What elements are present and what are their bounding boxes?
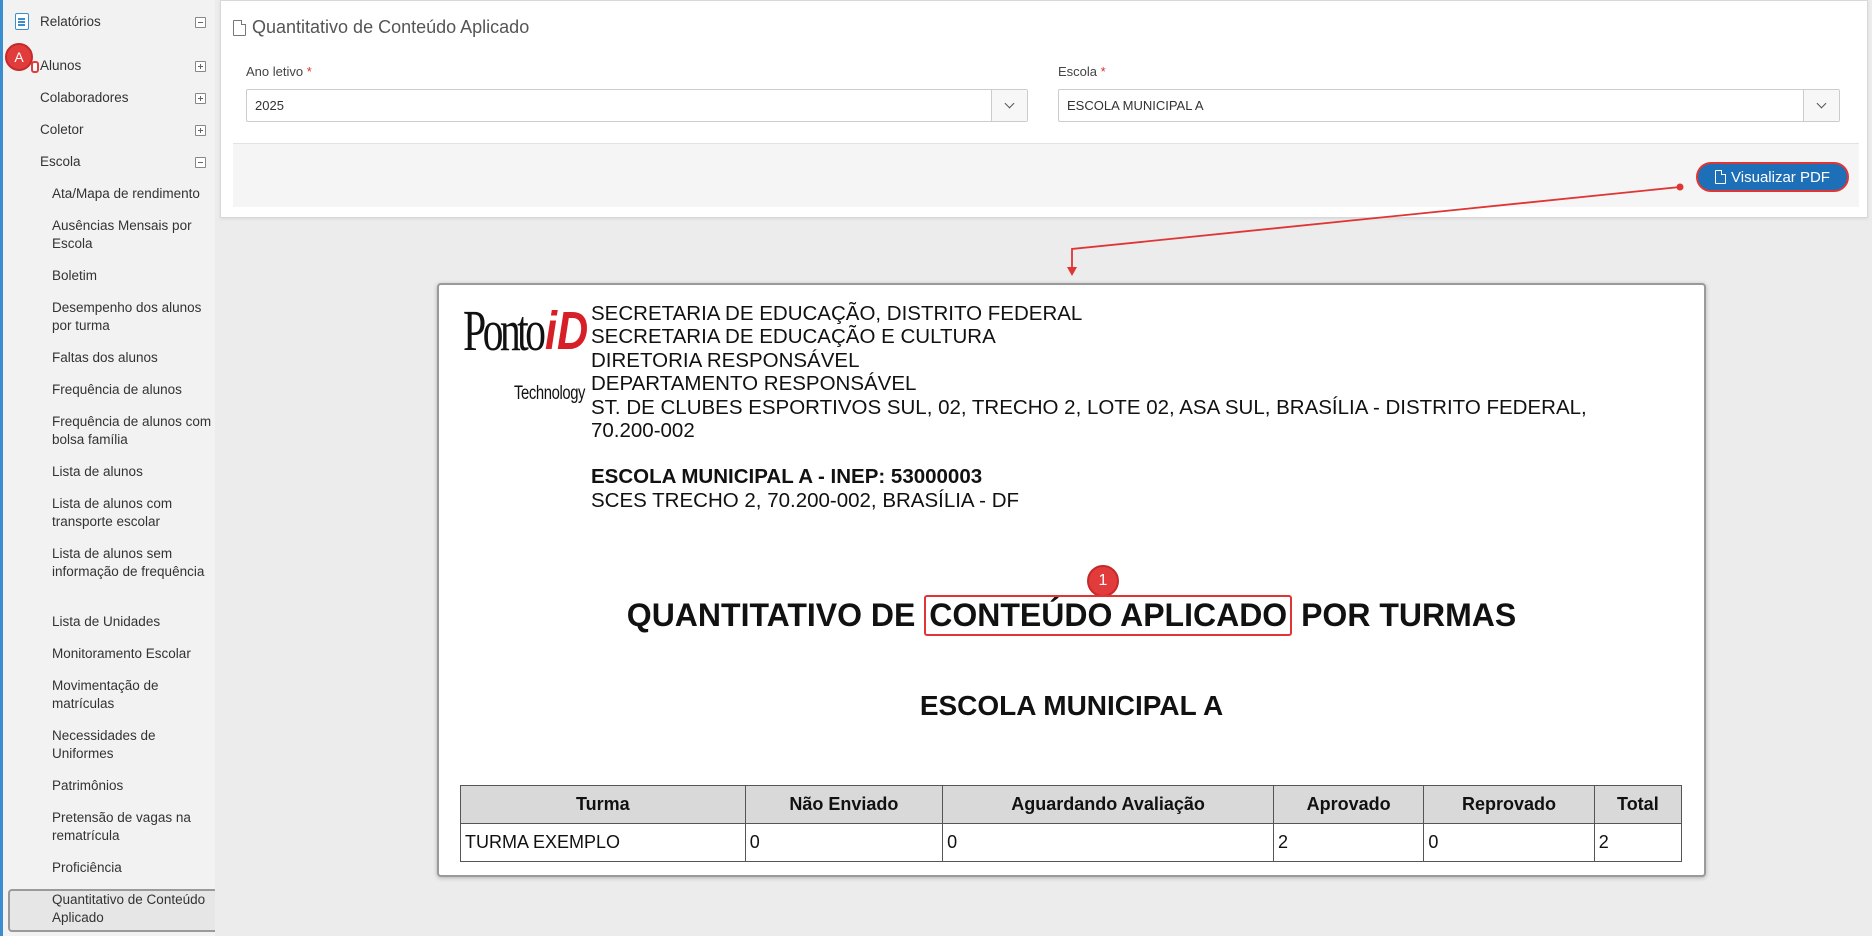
expand-icon[interactable] [195,61,206,72]
ano-letivo-label: Ano letivo * [246,64,312,79]
table-cell: 2 [1272,823,1425,862]
annotation-marker-1: 1 [1087,565,1119,597]
sidebar-subitem-faltas[interactable]: Faltas dos alunos [52,349,214,367]
sidebar-subitem-quantitativo[interactable]: Quantitativo de Conteúdo Aplicado [52,891,214,927]
chevron-down-icon[interactable] [991,90,1027,121]
pdf-preview: Ponto iD Technology SECRETARIA DE EDUCAÇ… [437,283,1706,877]
annotation-marker-a: A [5,43,33,71]
sidebar-subitem-frequencia[interactable]: Frequência de alunos [52,381,214,399]
table-header-row: Turma Não Enviado Aguardando Avaliação A… [460,785,1683,824]
escola-select[interactable]: ESCOLA MUNICIPAL A [1058,89,1840,122]
collapse-icon[interactable] [195,157,206,168]
sidebar-subitem-monitoramento[interactable]: Monitoramento Escolar [52,645,214,663]
sidebar-subitem-lista-sem-frequencia[interactable]: Lista de alunos sem informação de frequê… [52,545,214,581]
table-cell: 0 [744,823,944,862]
sidebar-item-relatorios[interactable]: Relatórios [40,12,215,32]
chevron-down-icon[interactable] [1803,90,1839,121]
panel-footer: Visualizar PDF [233,143,1859,207]
report-subtitle: ESCOLA MUNICIPAL A [919,690,1224,721]
visualizar-pdf-button[interactable]: Visualizar PDF [1696,162,1849,192]
column-header: Total [1593,785,1683,824]
page-title: Quantitativo de Conteúdo Aplicado [233,17,529,38]
sidebar-subitem-boletim[interactable]: Boletim [52,267,214,285]
pdf-file-icon [233,19,246,36]
table-cell: 2 [1593,823,1683,862]
pdf-file-icon [1715,170,1727,184]
expand-icon[interactable] [195,125,206,136]
column-header: Reprovado [1423,785,1595,824]
report-title: QUANTITATIVO DE CONTEÚDO APLICADO POR TU… [439,595,1704,636]
sidebar-item-alunos[interactable]: Alunos [40,56,215,76]
sidebar-subitem-lista-transporte[interactable]: Lista de alunos com transporte escolar [52,495,214,531]
report-document-icon [15,13,29,30]
title-highlight-box: CONTEÚDO APLICADO [924,595,1293,636]
column-header: Aprovado [1272,785,1425,824]
column-header: Turma [460,785,746,824]
report-filter-panel: Quantitativo de Conteúdo Aplicado Ano le… [220,0,1868,218]
sidebar-subitem-desempenho[interactable]: Desempenho dos alunos por turma [52,299,214,335]
report-header: SECRETARIA DE EDUCAÇÃO, DISTRITO FEDERAL… [591,302,1587,512]
sidebar-subitem-lista-alunos[interactable]: Lista de alunos [52,463,214,481]
sidebar-subitem-proficiencia[interactable]: Proficiência [52,859,214,877]
table-cell: 0 [1423,823,1595,862]
annotation-marker-a-pointer [31,61,39,73]
table-cell: 0 [942,823,1274,862]
sidebar-item-coletor[interactable]: Coletor [40,120,215,140]
sidebar: Relatórios Alunos Colaboradores Coletor … [0,0,215,936]
sidebar-subitem-ata[interactable]: Ata/Mapa de rendimento [52,185,214,203]
sidebar-item-escola[interactable]: Escola [40,152,215,172]
table-row: TURMA EXEMPLO 0 0 2 0 2 [460,823,1683,862]
pontoid-logo: Ponto iD Technology [463,298,589,405]
ano-letivo-select[interactable]: 2025 [246,89,1028,122]
report-table: Turma Não Enviado Aguardando Avaliação A… [460,785,1683,862]
sidebar-subitem-ausencias[interactable]: Ausências Mensais por Escola [52,217,214,253]
sidebar-subitem-frequencia-bolsa[interactable]: Frequência de alunos com bolsa família [52,413,214,449]
escola-label: Escola * [1058,64,1106,79]
sidebar-subitem-uniformes[interactable]: Necessidades de Uniformes [52,727,214,763]
sidebar-subitem-pretensao[interactable]: Pretensão de vagas na rematrícula [52,809,214,845]
column-header: Não Enviado [744,785,944,824]
sidebar-subitem-lista-unidades[interactable]: Lista de Unidades [52,613,214,631]
expand-icon[interactable] [195,93,206,104]
sidebar-subitem-movimentacao[interactable]: Movimentação de matrículas [52,677,214,713]
collapse-icon[interactable] [195,17,206,28]
sidebar-item-colaboradores[interactable]: Colaboradores [40,88,215,108]
table-cell: TURMA EXEMPLO [460,823,746,862]
column-header: Aguardando Avaliação [942,785,1274,824]
sidebar-subitem-patrimonios[interactable]: Patrimônios [52,777,214,795]
